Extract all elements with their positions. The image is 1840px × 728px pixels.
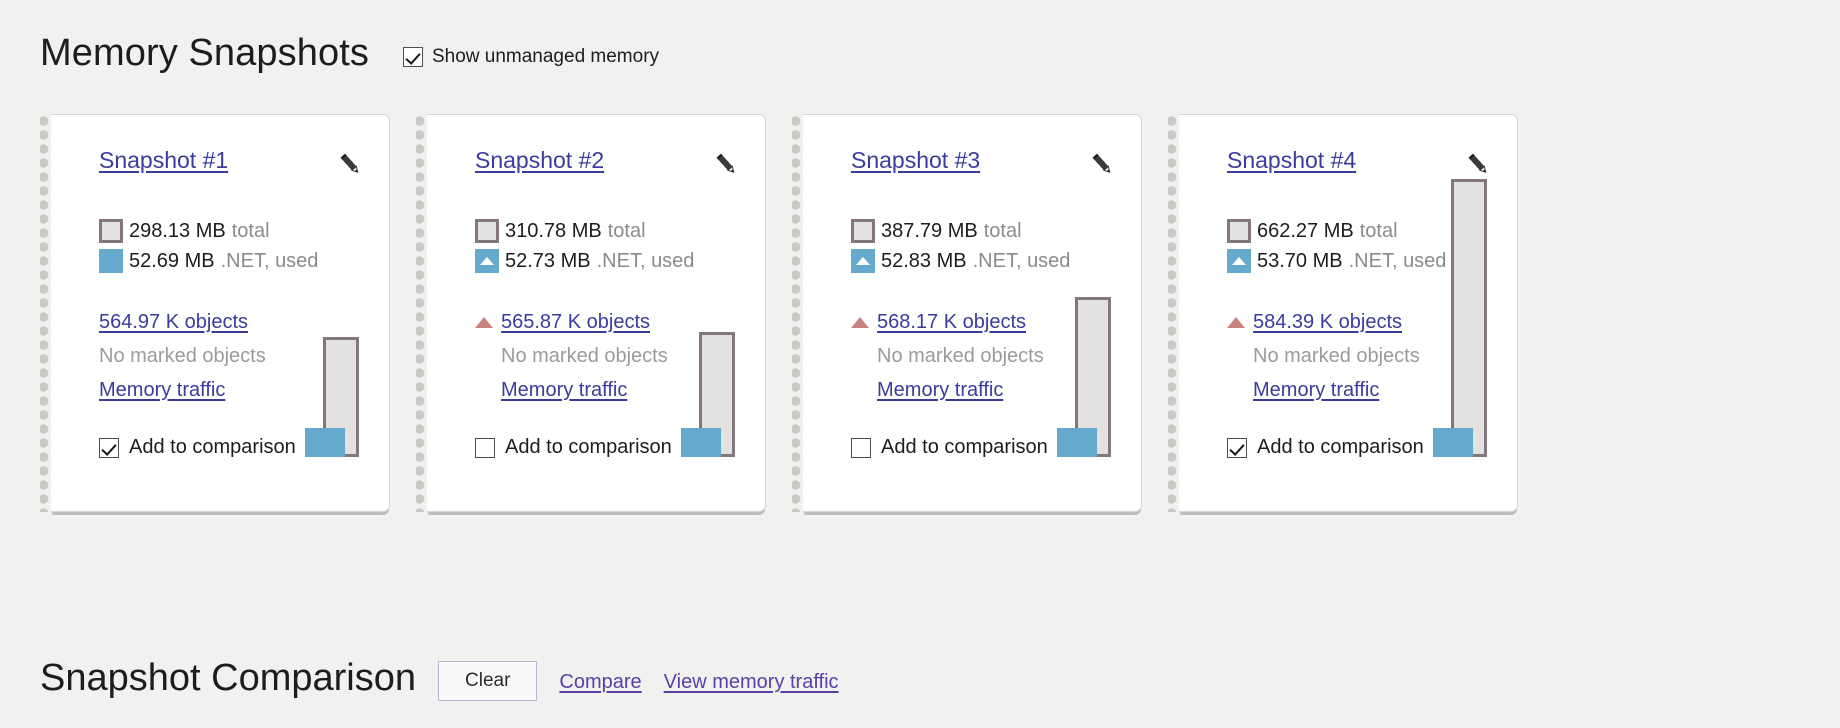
total-memory-value: 662.27 MB [1257, 219, 1354, 242]
add-to-comparison-toggle[interactable]: Add to comparison [851, 436, 1048, 459]
triangle-up-increase-icon [851, 316, 869, 328]
total-memory-swatch-icon [851, 219, 875, 243]
snapshot-card: Snapshot #2 310.78 MB total 52.73 MB .NE… [416, 114, 766, 512]
add-to-comparison-label: Add to comparison [505, 436, 672, 458]
add-to-comparison-toggle[interactable]: Add to comparison [475, 436, 672, 459]
net-memory-swatch-icon [1227, 249, 1251, 273]
snapshot-card-body: Snapshot #4 662.27 MB total 53.70 MB .NE… [1179, 114, 1518, 512]
snapshot-cards-list: Snapshot #1 298.13 MB total 52.69 MB .NE… [40, 114, 1518, 512]
triangle-up-increase-icon [475, 316, 493, 328]
snapshot-title-link[interactable]: Snapshot #4 [1227, 147, 1356, 174]
add-to-comparison-label: Add to comparison [129, 436, 296, 458]
bar-net-memory [305, 428, 345, 457]
add-to-comparison-toggle[interactable]: Add to comparison [99, 436, 296, 459]
clear-button[interactable]: Clear [438, 661, 538, 701]
memory-bar-chart [299, 147, 359, 457]
view-memory-traffic-link[interactable]: View memory traffic [664, 671, 839, 694]
triangle-up-icon [1232, 257, 1246, 265]
snapshot-card: Snapshot #1 298.13 MB total 52.69 MB .NE… [40, 114, 390, 512]
total-memory-unit: total [983, 219, 1022, 242]
show-unmanaged-memory-label: Show unmanaged memory [431, 45, 660, 67]
objects-count-link[interactable]: 564.97 K objects [99, 311, 248, 334]
net-memory-value: 52.83 MB [881, 249, 967, 272]
bar-net-memory [1433, 428, 1473, 457]
page-title: Memory Snapshots [40, 32, 369, 74]
total-memory-unit: total [607, 219, 646, 242]
memory-traffic-link[interactable]: Memory traffic [1253, 379, 1379, 402]
total-memory-value: 310.78 MB [505, 219, 602, 242]
triangle-up-icon [480, 257, 494, 265]
add-to-comparison-checkbox[interactable] [99, 437, 119, 458]
memory-bar-chart [1427, 147, 1487, 457]
net-memory-value: 52.73 MB [505, 249, 591, 272]
snapshot-card-body: Snapshot #1 298.13 MB total 52.69 MB .NE… [51, 114, 390, 512]
memory-traffic-link[interactable]: Memory traffic [99, 379, 225, 402]
bar-net-memory [681, 428, 721, 457]
memory-traffic-link[interactable]: Memory traffic [501, 379, 627, 402]
bar-total-memory [1451, 179, 1487, 457]
snapshot-comparison-title: Snapshot Comparison [40, 657, 416, 699]
net-memory-swatch-icon [475, 249, 499, 273]
objects-count-link[interactable]: 565.87 K objects [501, 311, 650, 334]
snapshot-card-body: Snapshot #3 387.79 MB total 52.83 MB .NE… [803, 114, 1142, 512]
objects-count-link[interactable]: 584.39 K objects [1253, 311, 1402, 334]
triangle-up-increase-icon [1227, 316, 1245, 328]
memory-snapshots-header: Memory Snapshots Show unmanaged memory [40, 34, 659, 72]
memory-traffic-link[interactable]: Memory traffic [877, 379, 1003, 402]
snapshot-card: Snapshot #3 387.79 MB total 52.83 MB .NE… [792, 114, 1142, 512]
add-to-comparison-label: Add to comparison [1257, 436, 1424, 458]
total-memory-unit: total [231, 219, 270, 242]
add-to-comparison-toggle[interactable]: Add to comparison [1227, 436, 1424, 459]
snapshot-comparison-bar: Snapshot Comparison Clear Compare View m… [40, 655, 839, 701]
add-to-comparison-checkbox[interactable] [475, 437, 495, 458]
net-memory-value: 52.69 MB [129, 249, 215, 272]
net-memory-value: 53.70 MB [1257, 249, 1343, 272]
add-to-comparison-checkbox[interactable] [1227, 437, 1247, 458]
marked-objects-text: No marked objects [99, 344, 266, 367]
total-memory-swatch-icon [1227, 219, 1251, 243]
total-memory-swatch-icon [99, 219, 123, 243]
total-memory-swatch-icon [475, 219, 499, 243]
snapshot-card: Snapshot #4 662.27 MB total 53.70 MB .NE… [1168, 114, 1518, 512]
add-to-comparison-label: Add to comparison [881, 436, 1048, 458]
memory-bar-chart [675, 147, 735, 457]
bar-net-memory [1057, 428, 1097, 457]
memory-bar-chart [1051, 147, 1111, 457]
show-unmanaged-memory-checkbox[interactable] [402, 46, 423, 67]
add-to-comparison-checkbox[interactable] [851, 437, 871, 458]
total-memory-unit: total [1359, 219, 1398, 242]
objects-count-link[interactable]: 568.17 K objects [877, 311, 1026, 334]
triangle-up-icon [856, 257, 870, 265]
marked-objects-text: No marked objects [877, 344, 1044, 367]
show-unmanaged-memory-toggle[interactable]: Show unmanaged memory [402, 45, 660, 68]
snapshot-title-link[interactable]: Snapshot #2 [475, 147, 604, 174]
snapshot-card-body: Snapshot #2 310.78 MB total 52.73 MB .NE… [427, 114, 766, 512]
snapshot-title-link[interactable]: Snapshot #3 [851, 147, 980, 174]
snapshot-title-link[interactable]: Snapshot #1 [99, 147, 228, 174]
net-memory-swatch-icon [851, 249, 875, 273]
compare-link[interactable]: Compare [559, 671, 641, 694]
total-memory-value: 298.13 MB [129, 219, 226, 242]
marked-objects-text: No marked objects [1253, 344, 1420, 367]
marked-objects-text: No marked objects [501, 344, 668, 367]
net-memory-swatch-icon [99, 249, 123, 273]
total-memory-value: 387.79 MB [881, 219, 978, 242]
